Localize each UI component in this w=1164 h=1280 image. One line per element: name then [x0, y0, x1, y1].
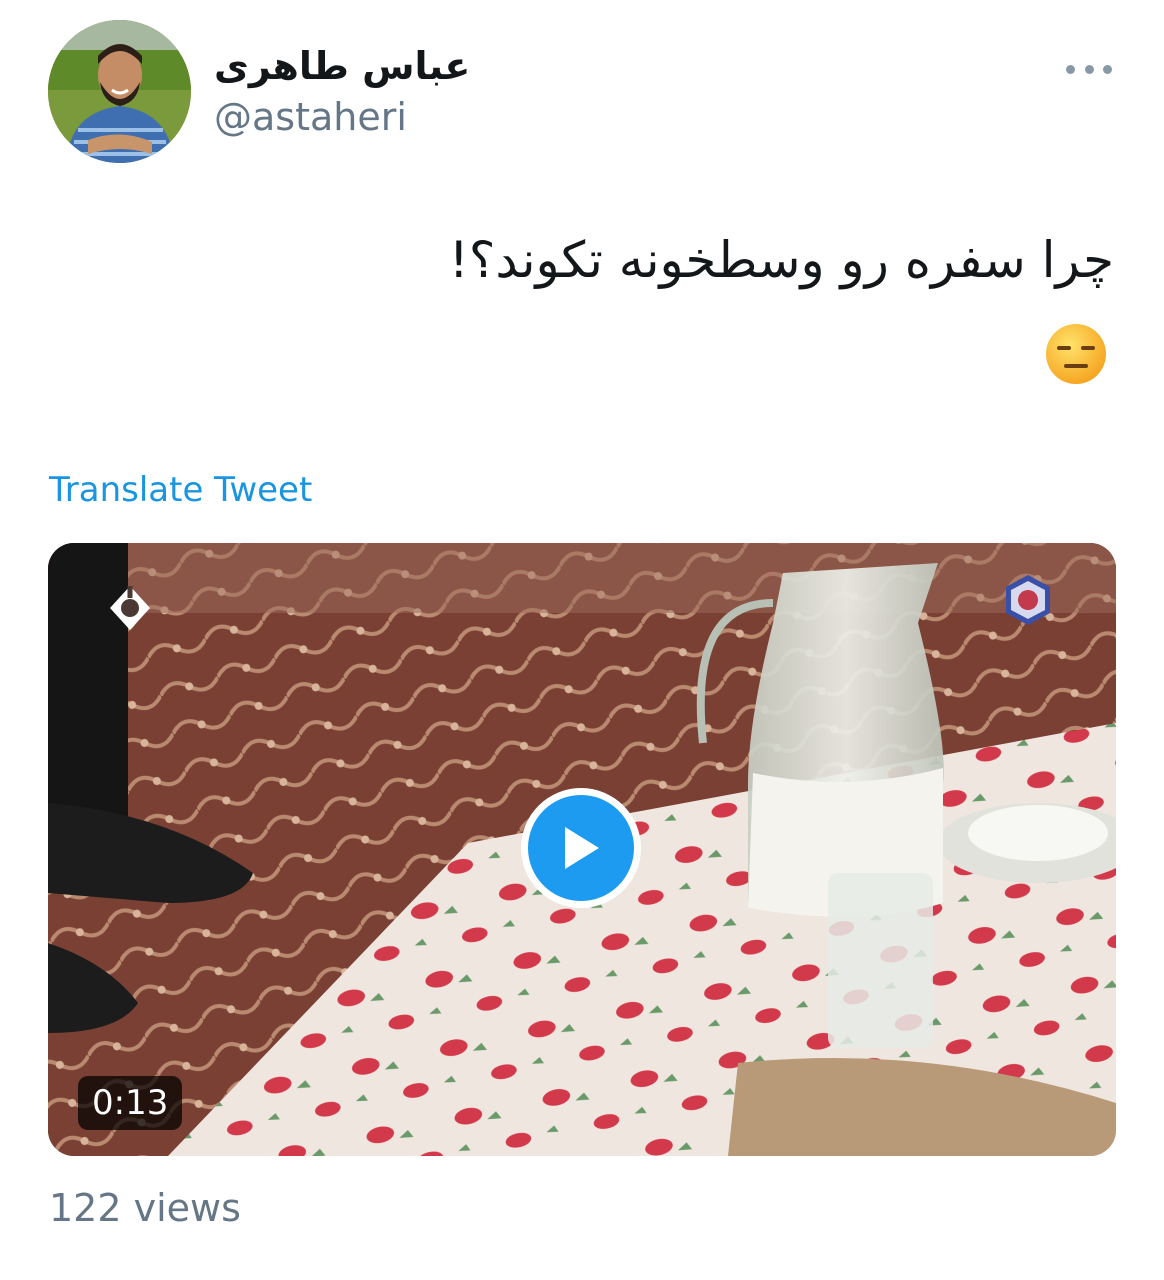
tweet-text: چرا سفره رو وسطخونه تکوند؟! — [448, 231, 1114, 289]
play-triangle-icon — [565, 827, 599, 869]
translate-tweet-link[interactable]: Translate Tweet — [49, 470, 312, 510]
video-player[interactable]: 0:13 — [48, 543, 1116, 1156]
more-dot — [1066, 64, 1075, 74]
display-name[interactable]: عباس طاهری — [214, 44, 470, 88]
channel-logo-icon — [110, 586, 150, 630]
more-options-icon[interactable] — [1066, 62, 1112, 76]
more-dot — [1103, 64, 1112, 74]
view-count: 122 views — [49, 1186, 241, 1230]
avatar-image — [48, 20, 191, 163]
avatar[interactable] — [48, 20, 191, 163]
play-icon — [528, 795, 634, 901]
more-dot — [1084, 64, 1094, 74]
user-handle[interactable]: @astaheri — [214, 95, 407, 139]
play-button[interactable] — [521, 788, 641, 908]
channel-badge-icon — [1006, 575, 1050, 625]
video-duration: 0:13 — [78, 1076, 183, 1130]
expressionless-face-emoji — [1046, 324, 1106, 384]
